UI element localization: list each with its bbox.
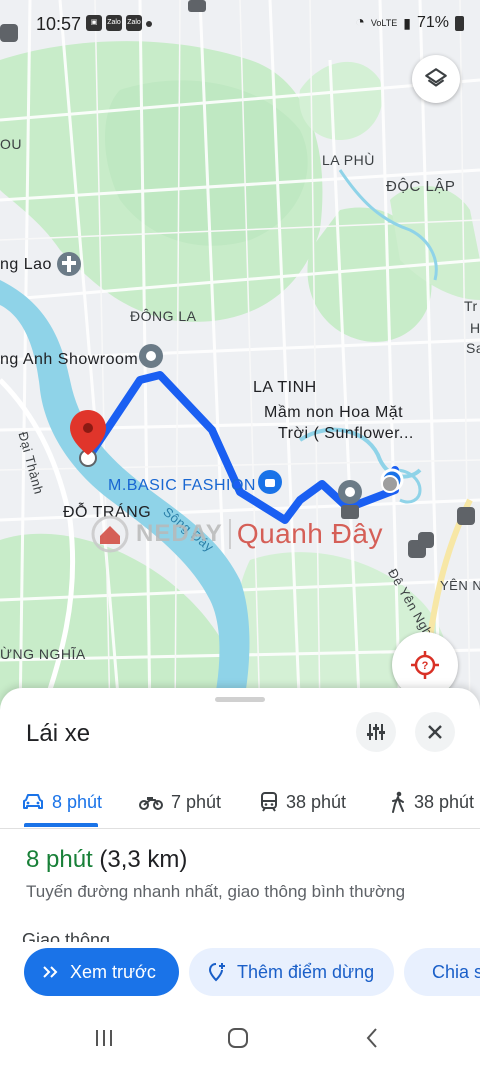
add-stop-button[interactable]: Thêm điểm dừng [189,948,394,996]
watermark: NEDAY Quanh Đây [90,514,383,554]
action-buttons-row: Xem trước Thêm điểm dừng Chia sẻ [0,938,480,996]
sliders-icon [367,724,385,740]
watermark-divider [228,519,231,549]
close-icon [428,725,442,739]
status-right: ◔ VoLTE ▮ 71% [355,14,464,32]
watermark-left-text: NEDAY [136,520,223,547]
double-chevron-right-icon [43,966,58,978]
sheet-drag-handle[interactable] [215,697,265,702]
tab-motorbike[interactable]: 7 phút [139,778,221,826]
volte-label: VoLTE [370,18,398,28]
share-label: Chia sẻ [432,961,480,982]
wifi-icon: ◔ [355,14,365,31]
more-notifications-dot [146,21,152,27]
battery-icon [455,15,464,31]
sheet-title: Lái xe [26,720,91,747]
route-description: Tuyến đường nhanh nhất, giao thông bình … [26,882,406,901]
preview-label: Xem trước [70,961,156,982]
car-icon [23,794,43,809]
map-label-ou: OU [0,136,22,152]
status-notification-icons: ▣ Zalo Zalo [86,15,152,31]
map-label-la-tinh: LA TINH [253,379,317,396]
map-label-dong-la: ĐÔNG LA [130,308,197,324]
tab-transit-label: 38 phút [286,791,347,812]
tab-motorbike-label: 7 phút [171,791,222,812]
active-tab-indicator [24,823,98,827]
tab-walking-label: 38 phút [414,791,475,812]
recent-apps-icon [96,1030,112,1046]
system-navigation-bar [0,1012,480,1066]
signal-icon: ▮ [403,14,411,31]
map-label-doc-lap: ĐỘC LẬP [386,178,456,195]
watermark-right-text: Quanh Đây [236,518,383,549]
recent-apps-button[interactable] [90,1026,118,1050]
battery-percent: 71% [416,14,449,31]
close-button[interactable] [415,712,455,752]
tab-driving[interactable]: 8 phút [22,778,102,826]
transit-icon [261,792,277,812]
route-summary: 8 phút (3,3 km) [26,846,187,874]
travel-mode-tabs: 8 phút 7 phút 38 phút 38 phút [0,778,480,829]
map-label-h: H [470,320,480,336]
map-label-sa: Sa [466,340,480,356]
map-view[interactable]: OU LA PHÙ ĐỘC LẬP ng Lao ĐÔNG LA Tr H Sa… [0,0,480,720]
back-chevron-icon [366,1028,377,1048]
map-label-ung-nghia: ỪNG NGHĨA [0,646,86,662]
status-bar: 10:57 ▣ Zalo Zalo ◔ VoLTE ▮ 71% [0,0,480,50]
route-duration: 8 phút [26,846,93,873]
layers-icon [425,68,447,87]
tab-transit[interactable]: 38 phút [260,778,346,826]
map-label-ng-lao: ng Lao [0,256,52,273]
map-label-showroom[interactable]: ng Anh Showroom [0,351,138,369]
tab-walking[interactable]: 38 phút [390,778,474,826]
zalo-notification-icon: Zalo [106,15,122,31]
status-time: 10:57 [36,14,82,34]
map-label-mam-non-line1[interactable]: Mầm non Hoa Mặt [264,404,403,422]
image-notification-icon: ▣ [86,15,102,31]
share-button[interactable]: Chia sẻ [404,948,480,996]
map-label-mam-non-line2[interactable]: Trời ( Sunflower... [278,425,414,443]
watermark-logo-icon [91,515,129,553]
map-label-tr: Tr [464,298,478,314]
location-target-icon: ? [411,651,439,679]
motorbike-icon [139,797,163,810]
directions-sheet: Lái xe 8 phút 7 phút 38 phút 38 phút 8 p… [0,688,480,1066]
home-button[interactable] [224,1026,252,1050]
svg-text:?: ? [422,660,429,672]
map-label-yen-n: YÊN N [440,578,480,593]
preview-button[interactable]: Xem trước [24,948,179,996]
map-label-mbasic[interactable]: M.BASIC FASHION [108,477,256,495]
zalo-notification-icon: Zalo [126,15,142,31]
tab-driving-label: 8 phút [52,791,103,812]
walk-icon [392,791,404,813]
add-location-icon [208,963,225,982]
route-distance: (3,3 km) [99,846,188,873]
back-button[interactable] [358,1026,386,1050]
add-stop-label: Thêm điểm dừng [237,961,375,982]
home-icon [228,1028,248,1048]
route-options-button[interactable] [356,712,396,752]
map-label-la-phu: LA PHÙ [322,152,375,168]
layers-button[interactable] [412,55,460,103]
